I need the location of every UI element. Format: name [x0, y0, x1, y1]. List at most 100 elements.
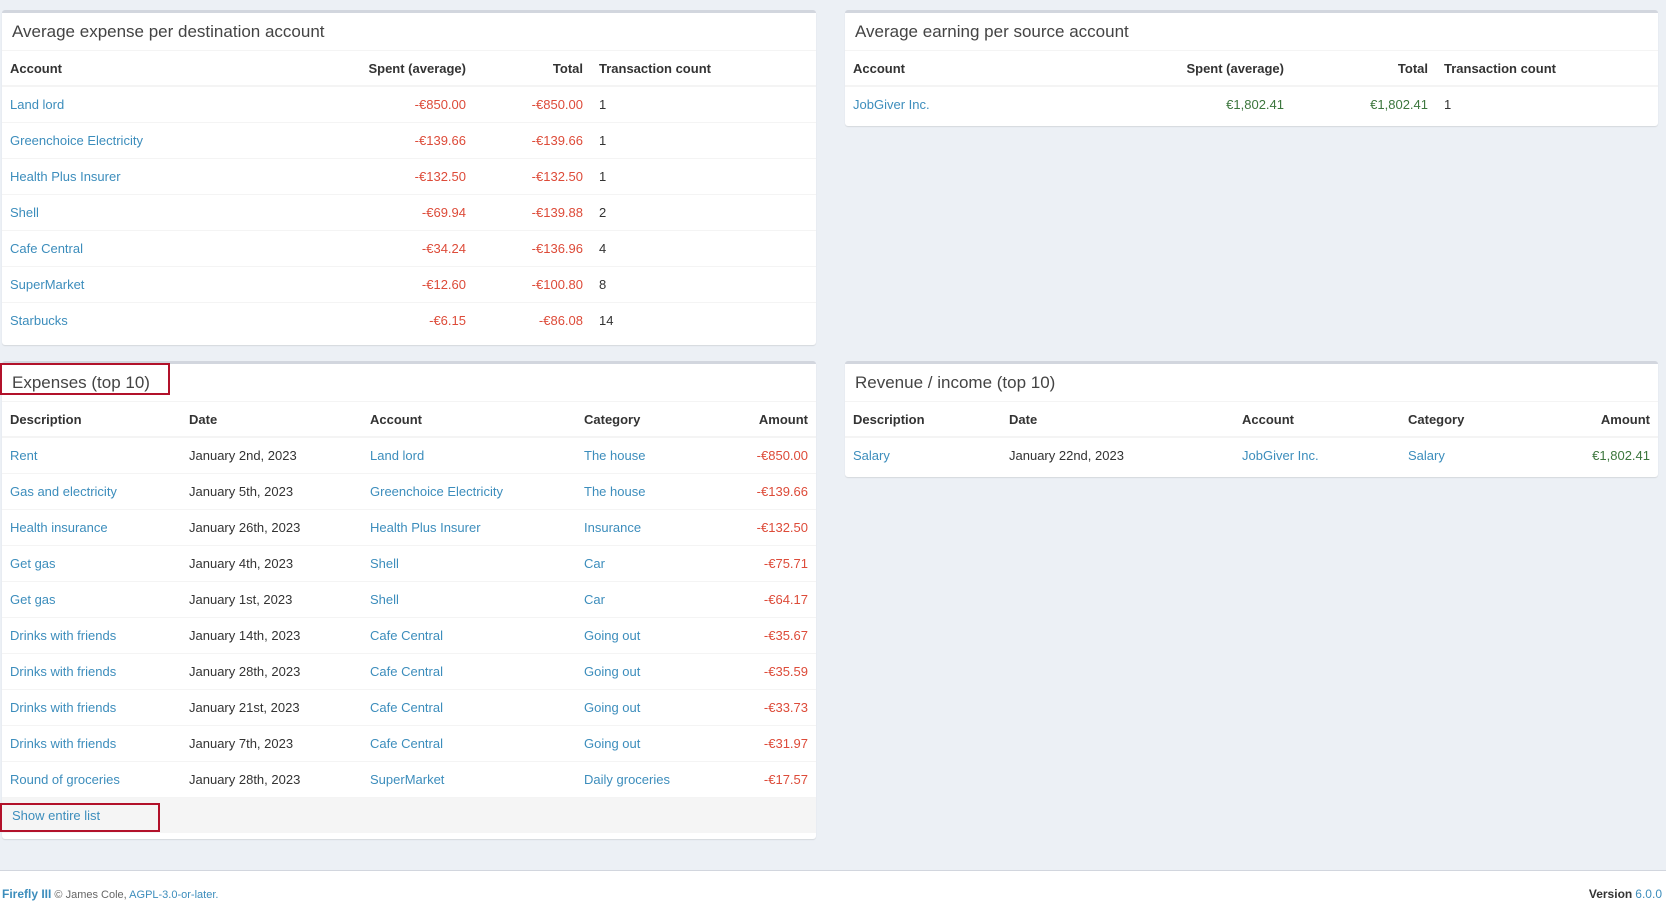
license-link[interactable]: AGPL-3.0-or-later.: [129, 889, 218, 901]
table-cell: Health insurance: [2, 508, 181, 545]
column-header-spent-average: Spent (average): [1133, 51, 1292, 87]
table-cell: SuperMarket: [362, 760, 576, 797]
description-link[interactable]: Round of groceries: [10, 772, 120, 787]
table-header-row: Description Date Account Category Amount: [845, 402, 1658, 438]
amount-value: -€75.71: [763, 555, 808, 571]
table-cell: Cafe Central: [362, 724, 576, 761]
total-value: -€850.00: [531, 96, 583, 112]
account-link[interactable]: Greenchoice Electricity: [370, 484, 503, 499]
transaction-count-value: 14: [599, 312, 614, 328]
table-cell: Drinks with friends: [2, 652, 181, 689]
category-link[interactable]: The house: [584, 448, 645, 463]
description-link[interactable]: Drinks with friends: [10, 628, 116, 643]
box-header: Average expense per destination account: [2, 13, 816, 51]
box-header: Average earning per source account: [845, 13, 1658, 51]
table-cell: -€31.97: [716, 724, 816, 761]
column-header-date: Date: [1001, 402, 1234, 438]
category-link[interactable]: Going out: [584, 700, 640, 715]
table-cell: Land lord: [362, 436, 576, 473]
table-cell: January 7th, 2023: [181, 724, 362, 761]
category-link[interactable]: Car: [584, 592, 605, 607]
table-cell: 1: [1436, 85, 1658, 122]
table-cell: -€850.00: [302, 85, 474, 122]
description-link[interactable]: Drinks with friends: [10, 736, 116, 751]
table-cell: Greenchoice Electricity: [362, 472, 576, 509]
date-value: January 22nd, 2023: [1009, 448, 1124, 463]
account-link[interactable]: SuperMarket: [370, 772, 444, 787]
transaction-count-value: 1: [1444, 97, 1452, 112]
table-cell: January 5th, 2023: [181, 472, 362, 509]
category-link[interactable]: Daily groceries: [584, 772, 670, 787]
version-link[interactable]: 6.0.0: [1635, 887, 1662, 901]
expenses-top-table: Description Date Account Category Amount…: [2, 402, 816, 797]
table-cell: Insurance: [576, 508, 716, 545]
category-link[interactable]: The house: [584, 484, 645, 499]
transaction-count-value: 2: [599, 204, 607, 220]
date-value: January 1st, 2023: [189, 591, 293, 607]
account-link[interactable]: Shell: [370, 592, 399, 607]
table-row: Salary January 22nd, 2023 JobGiver Inc. Sal…: [845, 436, 1658, 473]
description-link[interactable]: Health insurance: [10, 520, 108, 535]
description-link[interactable]: Rent: [10, 448, 37, 463]
table-row: Health Plus Insurer -€132.50 -€132.50 1: [2, 157, 816, 194]
table-row: Shell -€69.94 -€139.88 2: [2, 193, 816, 230]
account-link[interactable]: Shell: [370, 556, 399, 571]
description-link[interactable]: Get gas: [10, 556, 56, 571]
category-link[interactable]: Going out: [584, 664, 640, 679]
account-link[interactable]: Land lord: [370, 448, 424, 463]
table-cell: -€850.00: [474, 85, 591, 122]
description-link[interactable]: Salary: [853, 448, 890, 463]
table-cell: -€12.60: [302, 265, 474, 302]
table-cell: Round of groceries: [2, 760, 181, 797]
account-link[interactable]: Cafe Central: [370, 664, 443, 679]
date-value: January 28th, 2023: [189, 663, 301, 679]
table-cell: 8: [591, 265, 816, 302]
table-cell: Shell: [362, 544, 576, 581]
table-cell: Drinks with friends: [2, 724, 181, 761]
category-link[interactable]: Insurance: [584, 520, 641, 535]
table-cell: Starbucks: [2, 301, 302, 338]
description-link[interactable]: Drinks with friends: [10, 700, 116, 715]
table-row: Drinks with friends January 7th, 2023 Cafe…: [2, 724, 816, 761]
account-link[interactable]: Cafe Central: [370, 628, 443, 643]
account-link[interactable]: Cafe Central: [370, 700, 443, 715]
table-cell: 14: [591, 301, 816, 338]
account-link[interactable]: Starbucks: [10, 313, 68, 328]
description-link[interactable]: Drinks with friends: [10, 664, 116, 679]
category-link[interactable]: Salary: [1408, 448, 1445, 463]
account-link[interactable]: JobGiver Inc.: [853, 97, 930, 112]
table-cell: -€34.24: [302, 229, 474, 266]
copyright-text: © James Cole,: [54, 888, 127, 901]
table-cell: -€100.80: [474, 265, 591, 302]
account-link[interactable]: Greenchoice Electricity: [10, 133, 143, 148]
table-cell: January 26th, 2023: [181, 508, 362, 545]
table-cell: Rent: [2, 436, 181, 473]
brand-link[interactable]: Firefly III: [2, 887, 51, 901]
category-link[interactable]: Car: [584, 556, 605, 571]
account-link[interactable]: JobGiver Inc.: [1242, 448, 1319, 463]
account-link[interactable]: Land lord: [10, 97, 64, 112]
account-link[interactable]: Health Plus Insurer: [370, 520, 481, 535]
table-row: Land lord -€850.00 -€850.00 1: [2, 85, 816, 122]
total-value: -€86.08: [538, 312, 583, 328]
date-value: January 5th, 2023: [189, 483, 294, 499]
category-link[interactable]: Going out: [584, 736, 640, 751]
show-entire-list-link[interactable]: Show entire list: [12, 808, 100, 823]
table-cell: Going out: [576, 688, 716, 725]
column-header-category: Category: [1400, 402, 1540, 438]
account-link[interactable]: SuperMarket: [10, 277, 84, 292]
table-cell: -€850.00: [716, 436, 816, 473]
description-link[interactable]: Get gas: [10, 592, 56, 607]
category-link[interactable]: Going out: [584, 628, 640, 643]
box-title: Revenue / income (top 10): [855, 372, 1056, 392]
box-header: Expenses (top 10): [2, 364, 816, 402]
column-header-total: Total: [1292, 51, 1436, 87]
column-header-account: Account: [845, 51, 1133, 87]
amount-value: -€35.67: [763, 627, 808, 643]
description-link[interactable]: Gas and electricity: [10, 484, 117, 499]
account-link[interactable]: Health Plus Insurer: [10, 169, 121, 184]
account-link[interactable]: Cafe Central: [370, 736, 443, 751]
account-link[interactable]: Shell: [10, 205, 39, 220]
account-link[interactable]: Cafe Central: [10, 241, 83, 256]
date-value: January 26th, 2023: [189, 519, 301, 535]
